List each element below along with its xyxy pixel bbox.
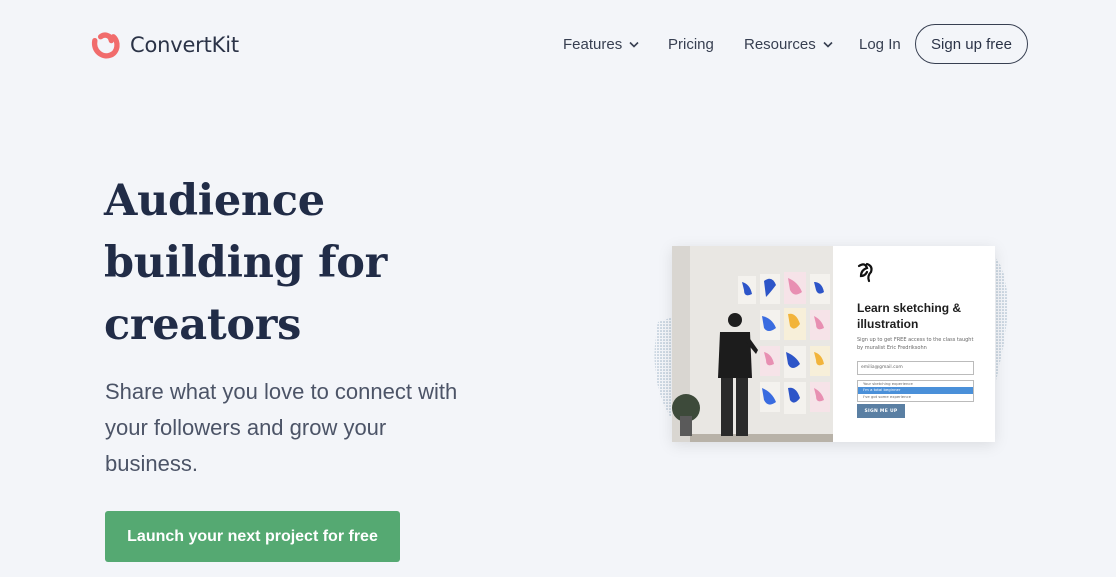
nav-resources-label: Resources [744, 36, 816, 53]
preview-form-description: Sign up to get FREE access to the class … [857, 337, 974, 351]
signup-form-preview: Learn sketching & illustration Sign up t… [833, 246, 995, 442]
chevron-down-icon [823, 41, 833, 48]
nav-pricing-label: Pricing [668, 36, 714, 53]
brand-logo-link[interactable]: ConvertKit [89, 28, 239, 61]
form-preview-card: Learn sketching & illustration Sign up t… [672, 246, 995, 442]
chevron-down-icon [629, 41, 639, 48]
convertkit-logo-icon [91, 32, 120, 59]
nav-login-label: Log In [859, 36, 901, 53]
preview-experience-select: Your sketching experience I'm a total be… [857, 380, 974, 402]
nav-features[interactable]: Features [563, 36, 639, 53]
brand-name: ConvertKit [130, 32, 239, 57]
top-nav: ConvertKit Features Pricing Resources Lo… [0, 0, 1116, 90]
nav-pricing[interactable]: Pricing [668, 36, 714, 53]
nav-resources[interactable]: Resources [744, 36, 833, 53]
artist-brand-icon [857, 262, 873, 283]
signup-button[interactable]: Sign up free [915, 24, 1028, 64]
artist-wall-photo [672, 246, 833, 442]
nav-features-label: Features [563, 36, 623, 53]
preview-select-option: I've got some experience [863, 393, 911, 399]
hero-title: Audience building for creators [104, 176, 387, 350]
launch-project-button[interactable]: Launch your next project for free [105, 511, 400, 562]
preview-signup-button: SIGN ME UP [857, 404, 905, 418]
preview-form-title: Learn sketching & illustration [857, 301, 962, 331]
hero-subtitle: Share what you love to connect with your… [105, 379, 458, 476]
nav-login[interactable]: Log In [859, 36, 901, 53]
preview-email-field: emilia@gmail.com [857, 361, 974, 375]
